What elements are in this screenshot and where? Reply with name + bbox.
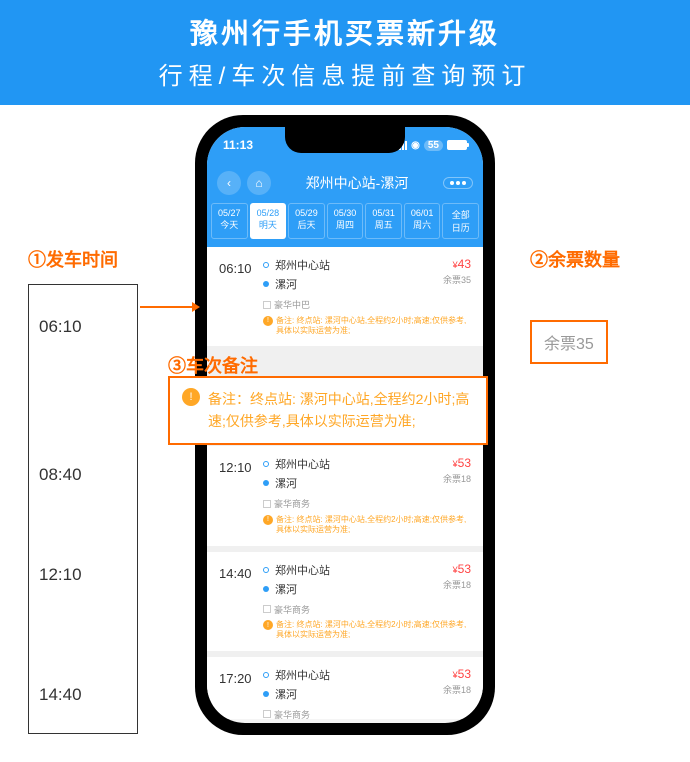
nav-title: 郑州中心站-漯河: [271, 173, 443, 193]
tickets-left: 余票18: [443, 578, 471, 591]
battery-percent: 55: [424, 140, 443, 151]
annotation-left: ①发车时间 06:10 08:40 12:10 14:40: [28, 246, 188, 734]
left-label: ①发车时间: [28, 246, 188, 272]
banner-subtitle: 行程/车次信息提前查询预订: [0, 56, 690, 91]
route-time: 17:20: [219, 667, 263, 719]
tickets-left: 余票35: [443, 273, 471, 286]
route-tag: 豪华商务: [263, 708, 310, 719]
back-button[interactable]: ‹: [217, 171, 241, 195]
route-from: 郑州中心站: [263, 562, 471, 578]
date-tab[interactable]: 05/28明天: [250, 203, 287, 239]
annotation-right: ②余票数量 余票35: [530, 246, 670, 372]
route-item[interactable]: 17:20 郑州中心站 漯河 豪华商务 !备注: 终点站: 漯河中心站,全程约2…: [207, 657, 483, 719]
route-note: !备注: 终点站: 漯河中心站,全程约2小时;高速;仅供参考,具体以实际运营为准…: [263, 316, 471, 337]
route-item[interactable]: 06:10 郑州中心站 漯河 豪华中巴 !备注: 终点站: 漯河中心站,全程约2…: [207, 247, 483, 346]
callout-text: 备注：终点站: 漯河中心站,全程约2小时;高速;仅供参考,具体以实际运营为准;: [208, 388, 474, 433]
ticket-example-box: 余票35: [530, 320, 608, 364]
date-tab[interactable]: 05/31周五: [365, 203, 402, 239]
route-tag: 豪华商务: [263, 603, 310, 616]
route-to: 漯河: [263, 581, 471, 597]
tickets-left: 余票18: [443, 472, 471, 485]
route-tag: 豪华商务: [263, 497, 310, 510]
status-time: 11:13: [223, 138, 253, 152]
route-to: 漯河: [263, 276, 471, 292]
callout-label: ③车次备注: [168, 352, 258, 378]
route-item[interactable]: 14:40 郑州中心站 漯河 豪华商务 !备注: 终点站: 漯河中心站,全程约2…: [207, 552, 483, 651]
banner: 豫州行手机买票新升级 行程/车次信息提前查询预订: [0, 0, 690, 105]
route-tag: 豪华中巴: [263, 298, 310, 311]
date-tab[interactable]: 05/27今天: [211, 203, 248, 239]
phone-notch: [285, 127, 405, 153]
time-item: 08:40: [39, 465, 82, 485]
callout-box: ! 备注：终点站: 漯河中心站,全程约2小时;高速;仅供参考,具体以实际运营为准…: [168, 376, 488, 445]
route-price: ¥53: [443, 562, 471, 576]
banner-title: 豫州行手机买票新升级: [0, 12, 690, 52]
wifi-icon: ◉: [411, 140, 420, 151]
route-list[interactable]: 06:10 郑州中心站 漯河 豪华中巴 !备注: 终点站: 漯河中心站,全程约2…: [207, 247, 483, 719]
more-button[interactable]: [443, 177, 473, 189]
route-time: 06:10: [219, 257, 263, 336]
route-from: 郑州中心站: [263, 456, 471, 472]
date-tab[interactable]: 全部日历: [442, 203, 479, 239]
route-price: ¥53: [443, 456, 471, 470]
time-box: 06:10 08:40 12:10 14:40: [28, 284, 138, 734]
route-to: 漯河: [263, 475, 471, 491]
battery-icon: [447, 140, 467, 150]
route-from: 郑州中心站: [263, 257, 471, 273]
route-price: ¥53: [443, 667, 471, 681]
info-icon: !: [182, 388, 200, 406]
time-item: 14:40: [39, 685, 82, 705]
date-tabs: 05/27今天05/28明天05/29后天05/30周四05/31周五06/01…: [207, 203, 483, 247]
date-tab[interactable]: 06/01周六: [404, 203, 441, 239]
route-price: ¥43: [443, 257, 471, 271]
right-label: ②余票数量: [530, 246, 670, 272]
route-time: 14:40: [219, 562, 263, 641]
nav-bar: ‹ ⌂ 郑州中心站-漯河: [207, 163, 483, 203]
route-note: !备注: 终点站: 漯河中心站,全程约2小时;高速;仅供参考,具体以实际运营为准…: [263, 515, 471, 536]
time-item: 06:10: [39, 317, 82, 337]
route-item[interactable]: 12:10 郑州中心站 漯河 豪华商务 !备注: 终点站: 漯河中心站,全程约2…: [207, 446, 483, 545]
status-icons: ◉ 55: [396, 140, 467, 151]
tickets-left: 余票18: [443, 683, 471, 696]
home-button[interactable]: ⌂: [247, 171, 271, 195]
date-tab[interactable]: 05/29后天: [288, 203, 325, 239]
route-time: 12:10: [219, 456, 263, 535]
date-tab[interactable]: 05/30周四: [327, 203, 364, 239]
route-to: 漯河: [263, 686, 471, 702]
time-item: 12:10: [39, 565, 82, 585]
route-from: 郑州中心站: [263, 667, 471, 683]
route-note: !备注: 终点站: 漯河中心站,全程约2小时;高速;仅供参考,具体以实际运营为准…: [263, 620, 471, 641]
arrow-right-icon: [140, 302, 200, 312]
